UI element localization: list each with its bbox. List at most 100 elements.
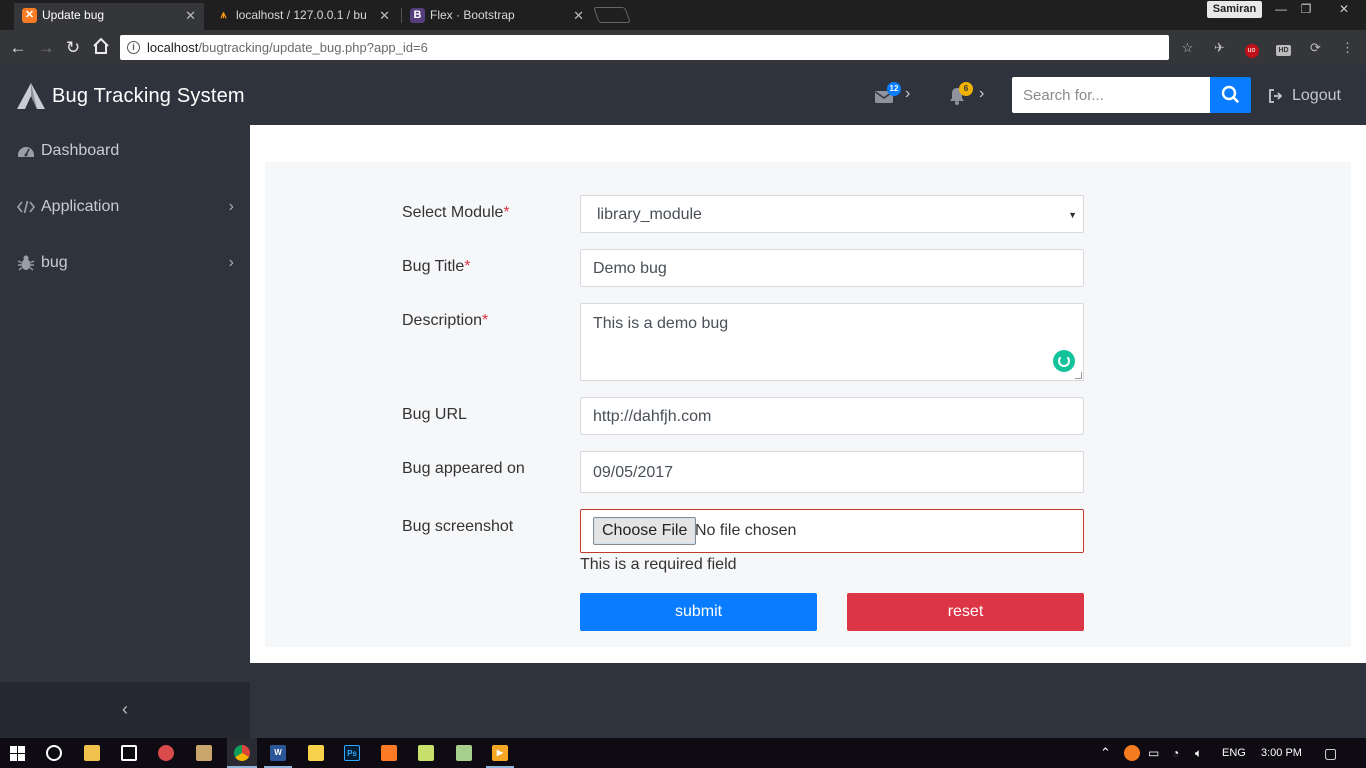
sticky-notes-icon[interactable]: [308, 745, 324, 761]
rocket-extension-icon[interactable]: ✈: [1211, 39, 1228, 56]
screenshot-label: Bug screenshot: [402, 518, 514, 535]
screenshot-file-input[interactable]: Choose File No file chosen: [580, 509, 1084, 553]
reset-button[interactable]: reset: [847, 593, 1084, 631]
title-label: Bug Title*: [402, 258, 471, 276]
action-center-icon[interactable]: ▢: [1324, 738, 1337, 768]
new-tab-button[interactable]: [593, 7, 631, 23]
sidebar-item-label: Application: [41, 198, 120, 215]
tab-title: Update bug: [42, 8, 105, 22]
browser-tab-strip: ✕ Update bug ✕ ⩚ localhost / 127.0.0.1 /…: [0, 0, 1366, 30]
show-hidden-icons-chevron-icon[interactable]: ⌃: [1100, 738, 1111, 768]
ublock-extension-icon[interactable]: uo: [1243, 39, 1260, 58]
store-icon[interactable]: [121, 745, 137, 761]
url-path: /bugtracking/update_bug.php?app_id=6: [198, 40, 428, 55]
wifi-icon[interactable]: ◔: [1172, 738, 1179, 768]
tab-update-bug[interactable]: ✕ Update bug ✕: [14, 3, 204, 30]
language-indicator[interactable]: ENG: [1222, 738, 1246, 768]
required-field-error: This is a required field: [580, 556, 737, 573]
clock[interactable]: 3:00 PM: [1261, 738, 1302, 768]
phpmyadmin-icon: ⩚: [220, 9, 227, 21]
home-button[interactable]: [90, 37, 112, 59]
notepad-plus-icon[interactable]: [456, 745, 472, 761]
code-icon: [17, 200, 35, 214]
search-button[interactable]: [1210, 77, 1251, 113]
submit-button[interactable]: submit: [580, 593, 817, 631]
home-icon: [93, 37, 109, 54]
info-icon[interactable]: i: [127, 41, 140, 54]
volume-icon[interactable]: 🔈︎: [1195, 738, 1202, 768]
search-input[interactable]: [1012, 77, 1210, 113]
address-bar[interactable]: i localhost/bugtracking/update_bug.php?a…: [120, 35, 1169, 60]
sidebar-item-dashboard[interactable]: Dashboard: [0, 125, 250, 177]
sidebar-item-application[interactable]: Application ›: [0, 181, 250, 233]
restore-button[interactable]: ❐: [1294, 0, 1318, 18]
no-file-text: No file chosen: [695, 522, 797, 539]
brand-title: Bug Tracking System: [52, 85, 245, 107]
logout-link[interactable]: Logout: [1268, 85, 1341, 107]
windows-taskbar: W Ps ▶ ⌃ ▭ ◔ 🔈︎ ENG 3:00 PM ▢: [0, 738, 1366, 768]
brand[interactable]: Bug Tracking System: [16, 82, 245, 110]
dropdown-caret-icon: ▼: [1068, 210, 1077, 220]
messages-chevron-icon[interactable]: ›: [905, 85, 910, 103]
bug-icon: [17, 255, 35, 271]
back-button[interactable]: ←: [7, 37, 29, 59]
module-select-value: library_module: [597, 206, 702, 223]
module-label-text: Select Module: [402, 204, 504, 221]
notepad-icon[interactable]: [418, 745, 434, 761]
notifications-chevron-icon[interactable]: ›: [979, 85, 984, 103]
media-player-icon[interactable]: ▶: [492, 745, 508, 761]
close-window-button[interactable]: ✕: [1322, 0, 1366, 18]
logout-label: Logout: [1292, 87, 1341, 104]
sign-out-icon: [1269, 89, 1283, 103]
tab-phpmyadmin[interactable]: ⩚ localhost / 127.0.0.1 / bu ✕: [208, 3, 398, 30]
bookmark-star-icon[interactable]: ☆: [1179, 39, 1196, 56]
chevron-right-icon: ›: [228, 198, 234, 215]
hd-extension-icon[interactable]: HD: [1275, 39, 1292, 56]
terminal-icon[interactable]: [196, 745, 212, 761]
required-asterisk: *: [464, 258, 471, 275]
battery-icon[interactable]: ▭: [1148, 738, 1159, 768]
reload-button[interactable]: ↻: [62, 37, 84, 59]
description-value: This is a demo bug: [593, 315, 729, 332]
sidebar-item-bug[interactable]: bug ›: [0, 237, 250, 289]
required-asterisk: *: [503, 204, 510, 221]
date-label: Bug appeared on: [402, 460, 525, 477]
description-label-text: Description: [402, 312, 483, 329]
chrome-icon[interactable]: [234, 745, 250, 761]
bug-title-value: Demo bug: [593, 260, 667, 277]
xampp-taskbar-icon[interactable]: [381, 745, 397, 761]
file-explorer-icon[interactable]: [84, 745, 100, 761]
tab-bootstrap[interactable]: B Flex · Bootstrap ✕: [402, 3, 592, 30]
windows-start-icon[interactable]: [10, 746, 25, 761]
close-tab-icon[interactable]: ✕: [185, 3, 196, 28]
bug-date-input[interactable]: 09/05/2017: [580, 451, 1084, 493]
close-tab-icon[interactable]: ✕: [573, 3, 584, 28]
chrome-menu-icon[interactable]: ⋮: [1339, 39, 1356, 56]
bug-title-input[interactable]: Demo bug: [580, 249, 1084, 287]
cortana-icon[interactable]: [46, 745, 62, 761]
module-select[interactable]: library_module ▼: [580, 195, 1084, 233]
paint-icon[interactable]: [158, 745, 174, 761]
description-label: Description*: [402, 312, 488, 330]
choose-file-button[interactable]: Choose File: [593, 517, 697, 545]
profile-button[interactable]: Samiran: [1207, 1, 1262, 18]
title-label-text: Bug Title: [402, 258, 465, 275]
url-host: localhost: [147, 40, 199, 55]
description-textarea[interactable]: This is a demo bug: [580, 303, 1084, 381]
sidebar: Dashboard Application › bug › ‹: [0, 125, 250, 738]
minimize-button[interactable]: —: [1270, 0, 1292, 18]
brand-logo-icon: [17, 83, 45, 109]
collapse-sidebar-chevron-left-icon[interactable]: ‹: [118, 699, 132, 719]
word-icon[interactable]: W: [270, 745, 286, 761]
bug-url-input[interactable]: http://dahfjh.com: [580, 397, 1084, 435]
resize-handle-icon[interactable]: [1075, 372, 1082, 379]
sidebar-item-label: Dashboard: [41, 142, 120, 159]
avast-tray-icon[interactable]: [1124, 745, 1140, 761]
forward-button[interactable]: →: [35, 37, 57, 59]
module-label: Select Module*: [402, 204, 510, 222]
grammarly-icon[interactable]: [1053, 350, 1075, 372]
close-tab-icon[interactable]: ✕: [379, 3, 390, 28]
photoshop-icon[interactable]: Ps: [344, 745, 360, 761]
sync-extension-icon[interactable]: ⟳: [1307, 39, 1324, 56]
url-label: Bug URL: [402, 406, 467, 423]
